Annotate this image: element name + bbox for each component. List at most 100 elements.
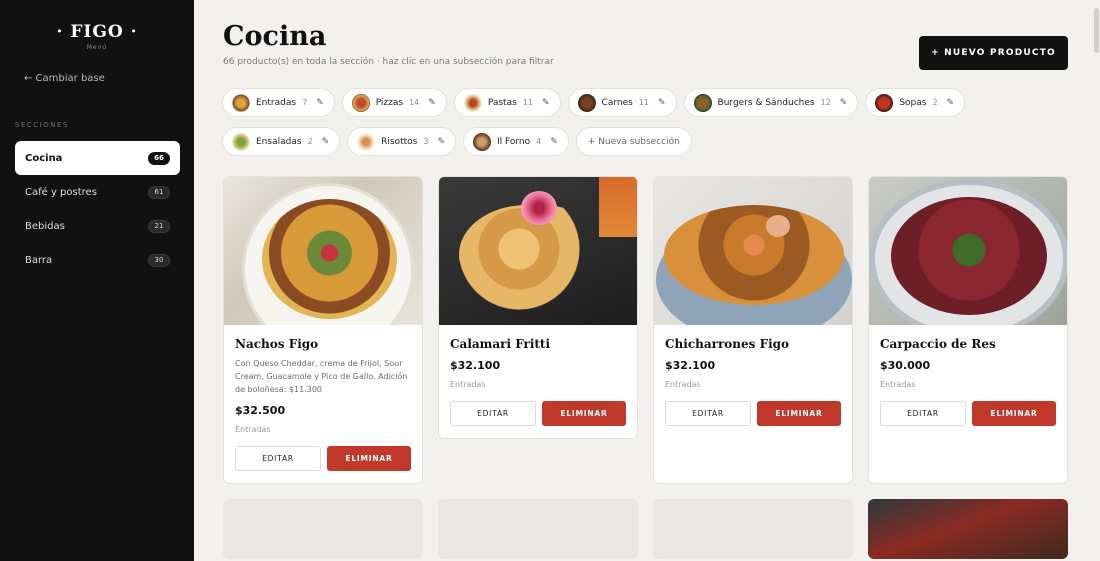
subsection-chip-burgers-sanduches[interactable]: Burgers & Sánduches 12 ✎ [683, 88, 859, 117]
subsection-chip-pastas[interactable]: Pastas 11 ✎ [453, 88, 561, 117]
chip-label: Pastas [487, 97, 517, 108]
entradas-thumbnail [232, 93, 250, 112]
sidebar-item-bebidas[interactable]: Bebidas 21 [15, 209, 180, 243]
count-badge: 30 [148, 253, 170, 267]
product-price: $32.100 [450, 359, 501, 372]
pencil-icon[interactable]: ✎ [437, 137, 445, 147]
chip-count: 14 [409, 98, 420, 107]
product-card: Carpaccio de Res $30.000 Entradas EDITAR… [868, 176, 1068, 484]
pastas-thumbnail [463, 93, 482, 112]
product-image-nachos [224, 177, 422, 325]
pencil-icon[interactable]: ✎ [316, 98, 324, 108]
il-forno-thumbnail [473, 132, 492, 151]
product-name: Chicharrones Figo [665, 337, 790, 351]
product-price: $32.500 [235, 404, 286, 417]
count-badge: 21 [148, 219, 170, 233]
edit-button[interactable]: EDITAR [450, 401, 536, 426]
delete-button[interactable]: ELIMINAR [327, 446, 411, 471]
brand-name: · FIGO · [56, 22, 138, 42]
brand-logo: · FIGO · Menú [0, 22, 194, 51]
change-base-link[interactable]: ← Cambiar base [24, 73, 105, 84]
product-name: Nachos Figo [235, 337, 319, 351]
chip-count: 3 [423, 137, 429, 146]
pencil-icon[interactable]: ✎ [322, 137, 330, 147]
sidebar-item-label: Barra [25, 254, 53, 266]
edit-button[interactable]: EDITAR [665, 401, 751, 426]
chip-label: Sopas [899, 97, 927, 108]
count-badge: 66 [148, 151, 170, 165]
ensaladas-thumbnail [232, 132, 250, 151]
chip-count: 11 [638, 98, 649, 107]
product-image-calamari [439, 177, 637, 325]
subsection-chip-pizzas[interactable]: Pizzas 14 ✎ [341, 88, 447, 117]
pencil-icon[interactable]: ✎ [947, 98, 955, 108]
product-card: Nachos Figo Con Queso Cheddar, crema de … [223, 176, 423, 484]
scrollbar[interactable] [1094, 8, 1099, 53]
sidebar-item-label: Bebidas [25, 220, 65, 232]
pencil-icon[interactable]: ✎ [428, 98, 436, 108]
subsection-chip-sopas[interactable]: Sopas 2 ✎ [865, 88, 966, 117]
product-image-next [868, 499, 1068, 559]
product-category: Entradas [880, 380, 916, 389]
chip-count: 12 [820, 98, 831, 107]
product-name: Calamari Fritti [450, 337, 551, 351]
pencil-icon[interactable]: ✎ [840, 98, 848, 108]
product-card-loading [653, 499, 853, 559]
carnes-thumbnail [577, 93, 596, 112]
pizzas-thumbnail [351, 93, 370, 112]
chip-count: 4 [536, 137, 542, 146]
delete-button[interactable]: ELIMINAR [542, 401, 626, 426]
sidebar-item-label: Café y postres [25, 186, 97, 198]
chip-count: 11 [522, 98, 533, 107]
subsection-chip-carnes[interactable]: Carnes 11 ✎ [567, 88, 677, 117]
chip-label: Risottos [381, 136, 418, 147]
product-category: Entradas [665, 380, 701, 389]
subsection-chip-risottos[interactable]: Risottos 3 ✎ [347, 127, 457, 156]
pencil-icon[interactable]: ✎ [550, 137, 558, 147]
chip-label: Il Forno [497, 136, 531, 147]
delete-button[interactable]: ELIMINAR [972, 401, 1056, 426]
sidebar-item-cafe-y-postres[interactable]: Café y postres 61 [15, 175, 180, 209]
product-category: Entradas [235, 425, 271, 434]
chip-label: Ensaladas [256, 136, 302, 147]
product-image-carpaccio [869, 177, 1067, 325]
chip-label: Pizzas [375, 97, 404, 108]
subsection-chip-ensaladas[interactable]: Ensaladas 2 ✎ [222, 127, 341, 156]
brand-subtitle: Menú [86, 44, 108, 51]
page-title: Cocina [223, 21, 327, 52]
chip-count: 2 [932, 98, 938, 107]
edit-button[interactable]: EDITAR [235, 446, 321, 471]
product-card: Chicharrones Figo $32.100 Entradas EDITA… [653, 176, 853, 484]
product-price: $32.100 [665, 359, 716, 372]
chip-label: Burgers & Sánduches [717, 97, 815, 108]
product-category: Entradas [450, 380, 486, 389]
product-image-chicharrones [654, 177, 852, 325]
sopas-thumbnail [875, 93, 894, 112]
sidebar-item-cocina[interactable]: Cocina 66 [15, 141, 180, 175]
new-product-button[interactable]: + NUEVO PRODUCTO [919, 36, 1068, 70]
chip-label: Entradas [256, 97, 297, 108]
subsection-chip-il-forno[interactable]: Il Forno 4 ✎ [463, 127, 569, 156]
burgers-thumbnail [693, 93, 712, 112]
risottos-thumbnail [357, 132, 376, 151]
pencil-icon[interactable]: ✎ [542, 98, 550, 108]
product-description: Con Queso Cheddar, crema de Frijol, Sour… [235, 359, 408, 394]
sections-nav: Cocina 66 Café y postres 61 Bebidas 21 B… [15, 141, 180, 277]
edit-button[interactable]: EDITAR [880, 401, 966, 426]
subsection-chip-entradas[interactable]: Entradas 7 ✎ [222, 88, 335, 117]
sidebar-item-label: Cocina [25, 152, 63, 164]
chip-count: 2 [307, 137, 313, 146]
subsection-filters: Entradas 7 ✎ Pizzas 14 ✎ Pastas 11 ✎ Car… [222, 88, 1072, 166]
product-price: $30.000 [880, 359, 931, 372]
pencil-icon[interactable]: ✎ [658, 98, 666, 108]
product-name: Carpaccio de Res [880, 337, 996, 351]
product-card-loading [223, 499, 423, 559]
main-content: Cocina 66 producto(s) en toda la sección… [194, 0, 1098, 561]
chip-label: Carnes [601, 97, 633, 108]
count-badge: 61 [148, 185, 170, 199]
product-card-loading [438, 499, 638, 559]
add-subsection-button[interactable]: + Nueva subsección [575, 127, 692, 156]
delete-button[interactable]: ELIMINAR [757, 401, 841, 426]
sidebar: · FIGO · Menú ← Cambiar base SECCIONES C… [0, 0, 194, 561]
sidebar-item-barra[interactable]: Barra 30 [15, 243, 180, 277]
